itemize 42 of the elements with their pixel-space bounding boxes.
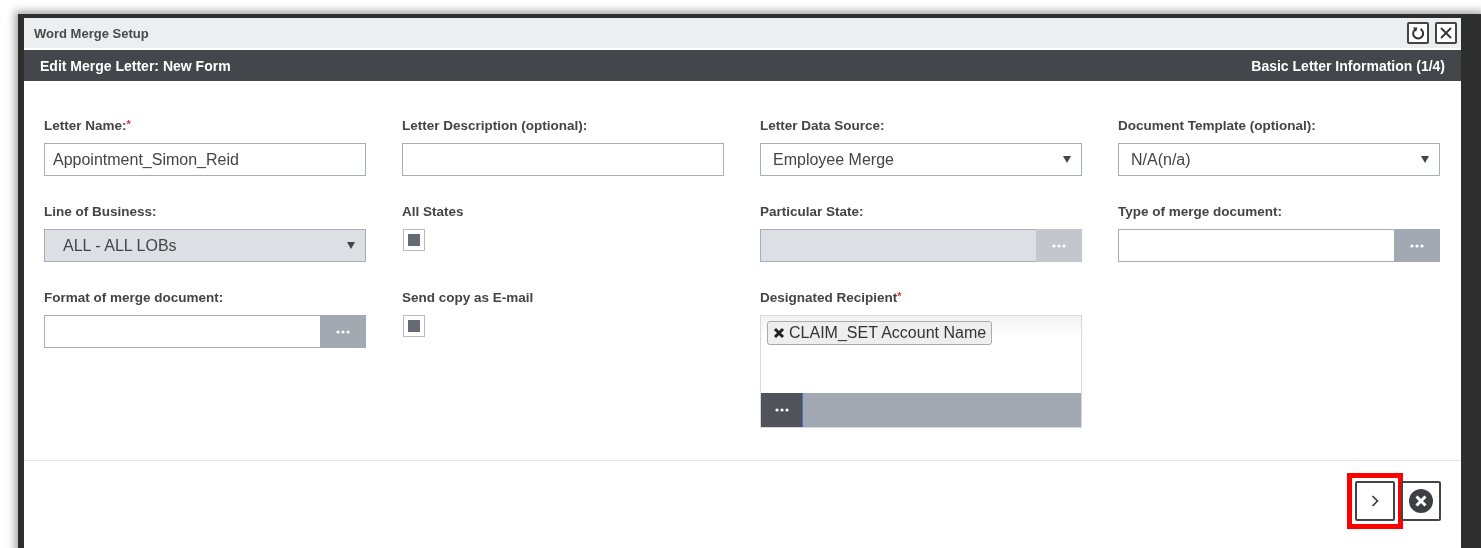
checkbox[interactable] bbox=[403, 315, 425, 337]
field-label: All States bbox=[402, 204, 465, 220]
lookup-field[interactable] bbox=[1118, 229, 1394, 262]
form-title: Edit Merge Letter: New Form bbox=[40, 57, 231, 74]
browse-button[interactable] bbox=[761, 393, 803, 427]
dropdown-field[interactable]: Employee Merge bbox=[760, 143, 1082, 176]
chevron-right-icon bbox=[1371, 495, 1379, 507]
step-indicator: Basic Letter Information (1/4) bbox=[1251, 57, 1445, 74]
field-label: Type of merge document: bbox=[1118, 204, 1284, 220]
field-label: Letter Data Source: bbox=[760, 118, 886, 134]
recipient-tag[interactable]: CLAIM_SET Account Name bbox=[767, 321, 993, 345]
next-button[interactable] bbox=[1355, 481, 1395, 521]
close-button[interactable] bbox=[1435, 22, 1457, 44]
window-title: Word Merge Setup bbox=[34, 25, 149, 41]
field-label: Format of merge document: bbox=[44, 290, 225, 306]
checkbox[interactable] bbox=[403, 229, 425, 251]
more-icon bbox=[774, 408, 789, 412]
text-field[interactable]: Appointment_Simon_Reid bbox=[44, 143, 366, 176]
field-label: Particular State: bbox=[760, 204, 865, 220]
field-label: Letter Name:* bbox=[44, 118, 132, 134]
more-icon bbox=[1052, 243, 1066, 248]
cancel-icon bbox=[1408, 488, 1434, 514]
remove-icon[interactable] bbox=[773, 327, 785, 339]
browse-button[interactable] bbox=[320, 315, 366, 348]
field-label: Designated Recipient* bbox=[760, 290, 903, 306]
reset-icon bbox=[1411, 26, 1425, 40]
text-field[interactable] bbox=[402, 143, 724, 176]
more-icon bbox=[1410, 243, 1424, 248]
dropdown-arrow-icon bbox=[1063, 156, 1071, 163]
dropdown-arrow-icon bbox=[347, 242, 355, 249]
close-icon bbox=[1440, 27, 1452, 39]
field-label: Document Template (optional): bbox=[1118, 118, 1317, 134]
dropdown-field[interactable]: N/A(n/a) bbox=[1118, 143, 1440, 176]
reset-button[interactable] bbox=[1407, 22, 1429, 44]
dropdown-arrow-icon bbox=[1421, 156, 1429, 163]
more-icon bbox=[336, 329, 350, 334]
field-label: Letter Description (optional): bbox=[402, 118, 589, 134]
browse-button[interactable] bbox=[1394, 229, 1440, 262]
field-label: Line of Business: bbox=[44, 204, 158, 220]
field-label: Send copy as E-mail bbox=[402, 290, 535, 306]
lookup-field[interactable] bbox=[44, 315, 320, 348]
cancel-button[interactable] bbox=[1401, 481, 1441, 521]
